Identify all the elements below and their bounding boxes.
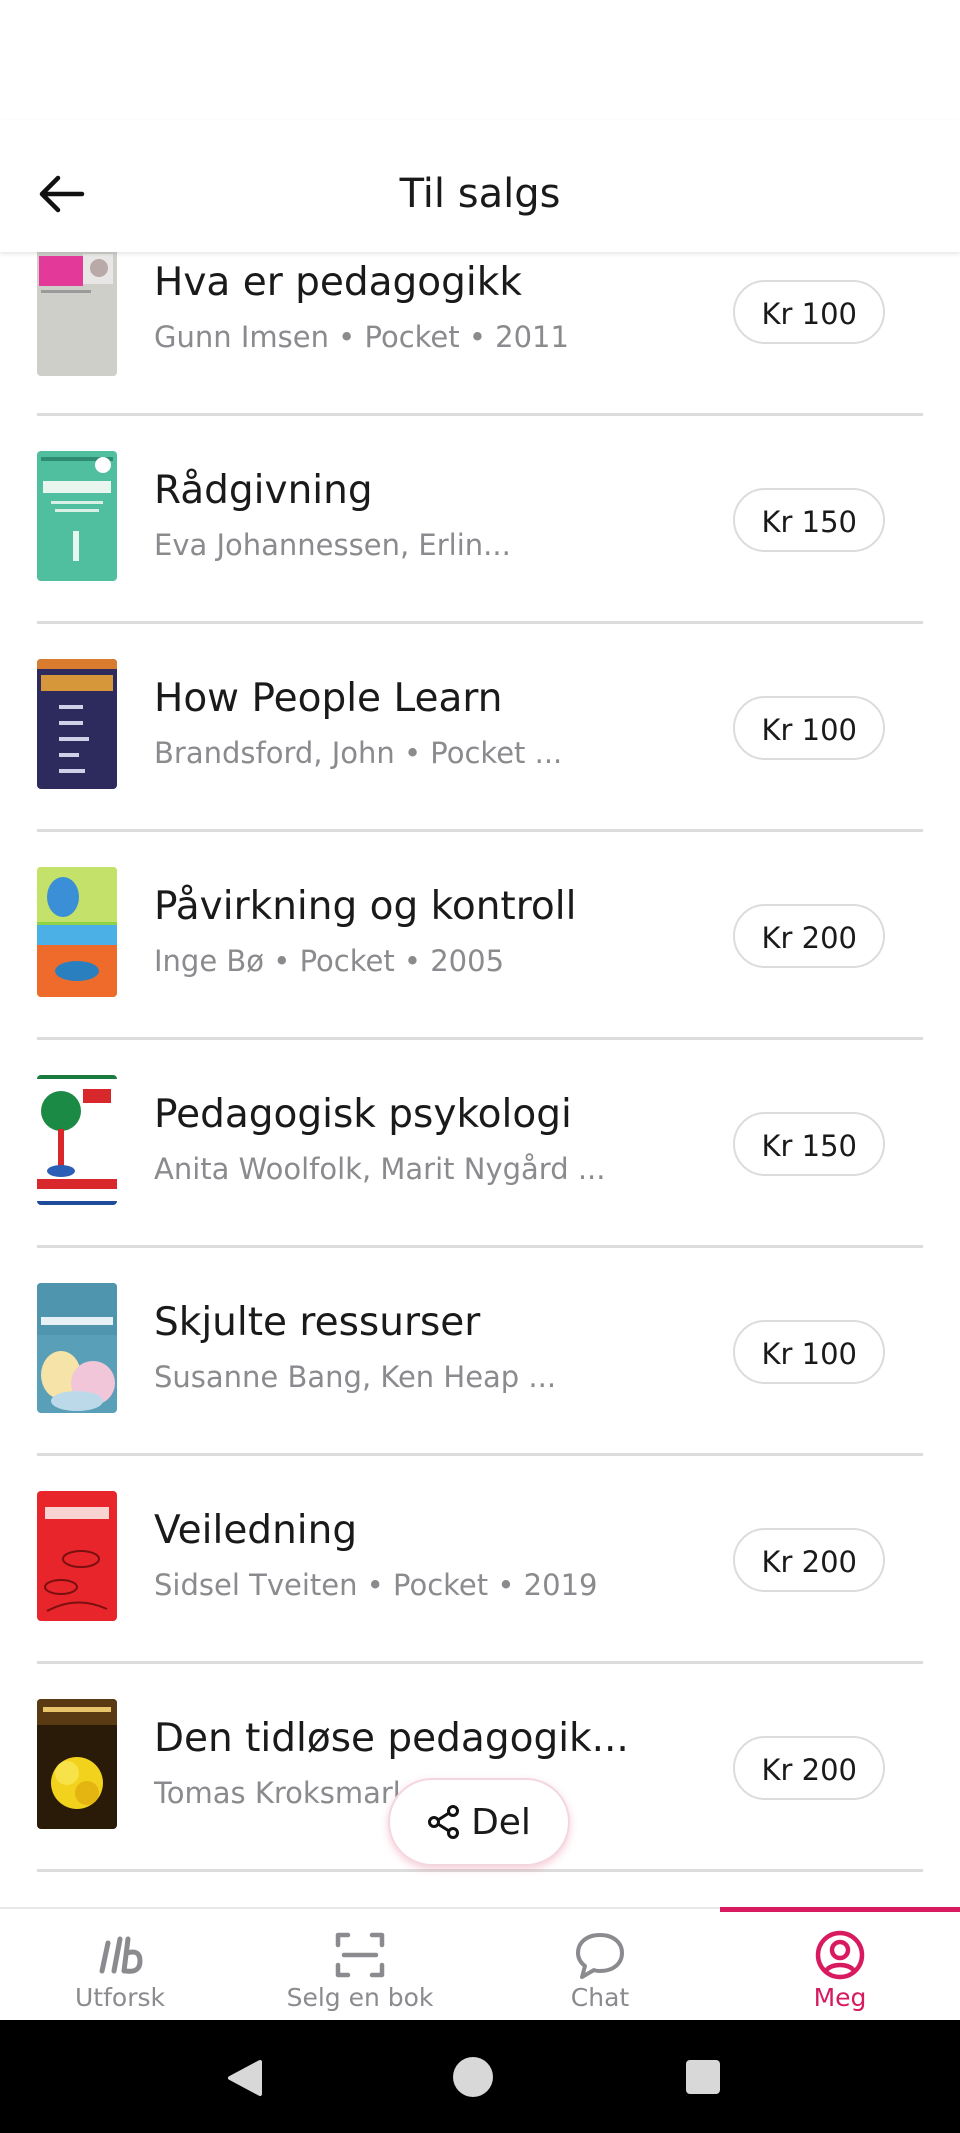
book-subtitle: Susanne Bang, Ken Heap ... [154,1360,557,1394]
system-navigation-bar [0,2020,960,2133]
user-circle-icon [815,1930,865,1980]
book-list[interactable]: Hva er pedagogikk Gunn Imsen • Pocket • … [0,252,960,1907]
price-tag[interactable]: Kr 100 [733,1320,885,1384]
book-subtitle: Inge Bø • Pocket • 2005 [154,944,505,978]
utforsk-logo-icon [99,1936,143,1974]
book-title: Påvirkning og kontroll [154,884,577,929]
book-cover [37,451,117,581]
book-cover [37,1699,117,1829]
list-item[interactable]: How People Learn Brandsford, John • Pock… [0,624,960,832]
book-title: Skjulte ressurser [154,1300,481,1345]
bottom-navigation: Utforsk Selg en bok Chat Meg [0,1907,960,2022]
nav-item-meg[interactable]: Meg [720,1909,960,2022]
book-cover [37,1491,117,1621]
price-tag[interactable]: Kr 100 [733,696,885,760]
nav-label: Utforsk [75,1983,165,2012]
nav-label: Selg en bok [286,1983,434,2012]
page-title: Til salgs [399,171,561,217]
book-subtitle: Brandsford, John • Pocket ... [154,736,563,770]
book-cover [37,1075,117,1205]
list-item[interactable] [0,1872,960,1907]
price-tag[interactable]: Kr 150 [733,488,885,552]
list-item[interactable]: Rådgivning Eva Johannessen, Erlin... Kr … [0,416,960,624]
book-title: Rådgivning [154,468,373,513]
system-recents-icon[interactable] [684,2058,722,2096]
book-cover [37,252,117,376]
list-item[interactable]: Påvirkning og kontroll Inge Bø • Pocket … [0,832,960,1040]
app-header: Til salgs [0,120,960,252]
nav-item-selg-en-bok[interactable]: Selg en bok [240,1909,480,2022]
share-label: Del [471,1801,531,1843]
book-title: Den tidløse pedagogik... [154,1716,629,1761]
price-tag[interactable]: Kr 200 [733,1528,885,1592]
share-icon [428,1805,460,1839]
list-item[interactable]: Hva er pedagogikk Gunn Imsen • Pocket • … [0,252,960,416]
chat-bubble-icon [576,1933,624,1979]
book-title: Veiledning [154,1508,358,1553]
scan-icon [335,1932,385,1978]
book-subtitle: Eva Johannessen, Erlin... [154,528,511,562]
nav-label: Chat [570,1983,630,2012]
price-tag[interactable]: Kr 100 [733,280,885,344]
list-item[interactable]: Skjulte ressurser Susanne Bang, Ken Heap… [0,1248,960,1456]
system-home-icon[interactable] [451,2055,495,2099]
price-tag[interactable]: Kr 200 [733,1736,885,1800]
nav-label: Meg [813,1983,867,2012]
list-item[interactable]: Veiledning Sidsel Tveiten • Pocket • 201… [0,1456,960,1664]
share-button[interactable]: Del [388,1778,570,1866]
price-tag[interactable]: Kr 150 [733,1112,885,1176]
nav-item-utforsk[interactable]: Utforsk [0,1909,240,2022]
book-subtitle: Gunn Imsen • Pocket • 2011 [154,320,569,354]
book-subtitle: Sidsel Tveiten • Pocket • 2019 [154,1568,598,1602]
book-cover [37,659,117,789]
book-cover [37,1283,117,1413]
book-title: Pedagogisk psykologi [154,1092,572,1137]
nav-item-chat[interactable]: Chat [480,1909,720,2022]
book-title: Hva er pedagogikk [154,260,522,305]
list-item[interactable]: Pedagogisk psykologi Anita Woolfolk, Mar… [0,1040,960,1248]
price-tag[interactable]: Kr 200 [733,904,885,968]
system-back-icon[interactable] [222,2056,266,2100]
book-cover [37,867,117,997]
status-bar-area [0,0,960,130]
book-title: How People Learn [154,676,503,721]
book-subtitle: Anita Woolfolk, Marit Nygård ... [154,1152,606,1186]
